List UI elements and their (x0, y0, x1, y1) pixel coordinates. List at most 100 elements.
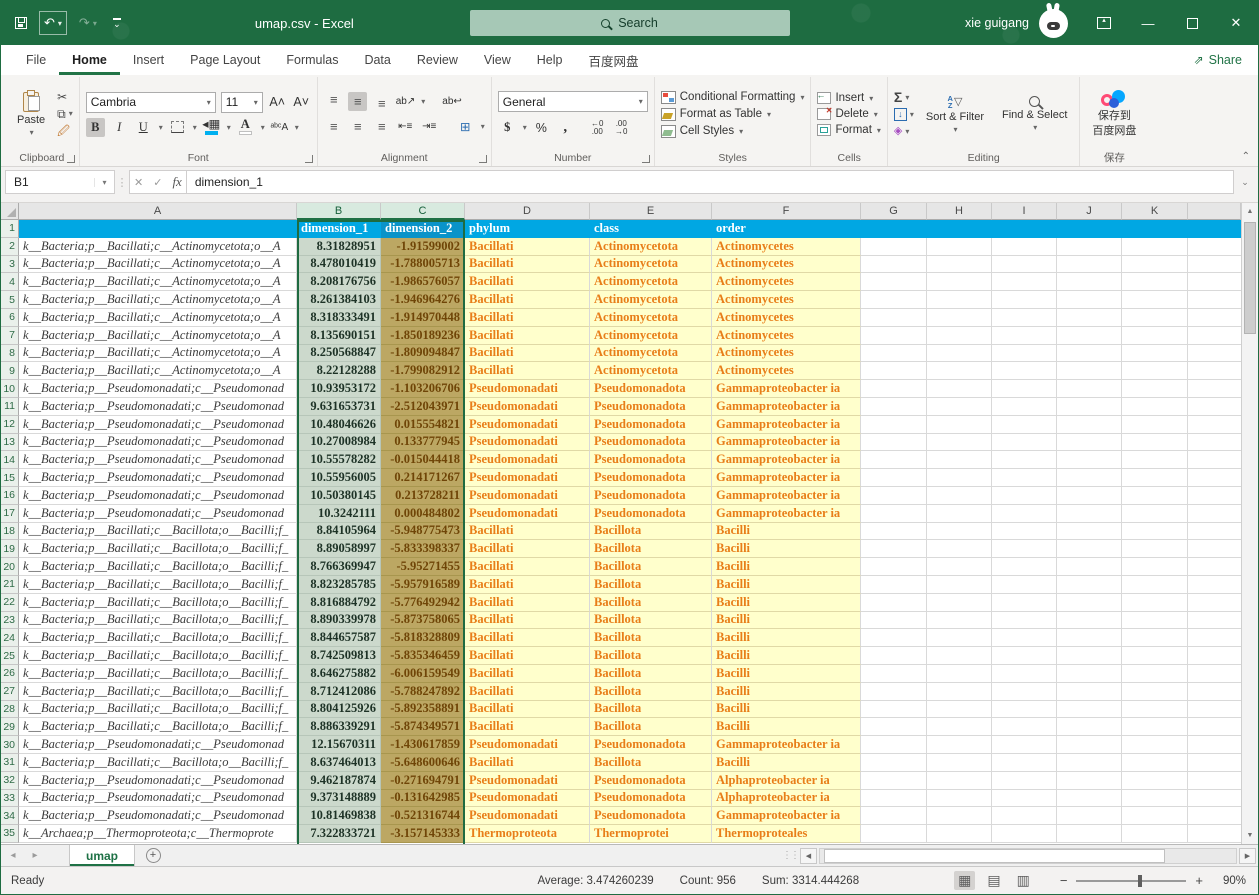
cell-I18[interactable] (992, 523, 1057, 541)
cell-A15[interactable]: k__Bacteria;p__Pseudomonadati;c__Pseudom… (19, 469, 297, 487)
cell-D9[interactable]: Bacillati (465, 362, 590, 380)
cell-F3[interactable]: Actinomycetes (712, 256, 861, 274)
find-select-button[interactable]: Find & Select ▾ (996, 94, 1073, 134)
cell-J24[interactable] (1057, 629, 1122, 647)
row-header-33[interactable]: 33 (1, 790, 19, 808)
cell-B28[interactable]: 8.804125926 (297, 701, 381, 719)
tab-formulas[interactable]: Formulas (273, 45, 351, 75)
cell-E24[interactable]: Bacillota (590, 629, 712, 647)
cell-filler-12[interactable] (1188, 416, 1241, 434)
cell-D32[interactable]: Pseudomonadati (465, 772, 590, 790)
cell-G28[interactable] (861, 701, 927, 719)
cell-H32[interactable] (927, 772, 992, 790)
cell-I30[interactable] (992, 736, 1057, 754)
align-right-button[interactable]: ≡ (372, 117, 391, 136)
cell-B13[interactable]: 10.27008984 (297, 434, 381, 452)
cell-A9[interactable]: k__Bacteria;p__Bacillati;c__Actinomyceto… (19, 362, 297, 380)
cell-B26[interactable]: 8.646275882 (297, 665, 381, 683)
cell-H35[interactable] (927, 825, 992, 843)
tab-help[interactable]: Help (524, 45, 576, 75)
row-header-6[interactable]: 6 (1, 309, 19, 327)
cell-C28[interactable]: -5.892358891 (381, 701, 465, 719)
font-color-dropdown-arrow[interactable]: ▾ (261, 123, 265, 132)
borders-dropdown-arrow[interactable]: ▾ (193, 123, 197, 132)
row-header-1[interactable]: 1 (1, 220, 19, 238)
row-header-3[interactable]: 3 (1, 256, 19, 274)
cell-C29[interactable]: -5.874349571 (381, 718, 465, 736)
redo-button[interactable]: ↷▾ (75, 12, 101, 34)
cell-D29[interactable]: Bacillati (465, 718, 590, 736)
cell-K23[interactable] (1122, 612, 1188, 630)
cell-E7[interactable]: Actinomycetota (590, 327, 712, 345)
cell-filler-9[interactable] (1188, 362, 1241, 380)
cell-D4[interactable]: Bacillati (465, 273, 590, 291)
cell-H3[interactable] (927, 256, 992, 274)
row-header-16[interactable]: 16 (1, 487, 19, 505)
cell-H17[interactable] (927, 505, 992, 523)
cell-filler-17[interactable] (1188, 505, 1241, 523)
cell-F17[interactable]: Gammaproteobacter ia (712, 505, 861, 523)
cell-filler-26[interactable] (1188, 665, 1241, 683)
cell-G6[interactable] (861, 309, 927, 327)
row-header-35[interactable]: 35 (1, 825, 19, 843)
cell-A17[interactable]: k__Bacteria;p__Pseudomonadati;c__Pseudom… (19, 505, 297, 523)
cell-filler-6[interactable] (1188, 309, 1241, 327)
cell-G12[interactable] (861, 416, 927, 434)
cell-J26[interactable] (1057, 665, 1122, 683)
cell-C30[interactable]: -1.430617859 (381, 736, 465, 754)
cell-B11[interactable]: 9.631653731 (297, 398, 381, 416)
cell-D15[interactable]: Pseudomonadati (465, 469, 590, 487)
cell-H15[interactable] (927, 469, 992, 487)
cell-styles-button[interactable]: Cell Styles▾ (661, 125, 805, 138)
horizontal-scroll-track[interactable] (819, 848, 1237, 864)
cell-B18[interactable]: 8.84105964 (297, 523, 381, 541)
cell-E8[interactable]: Actinomycetota (590, 345, 712, 363)
cell-K2[interactable] (1122, 238, 1188, 256)
delete-cells-button[interactable]: Delete▾ (817, 108, 880, 120)
row-header-25[interactable]: 25 (1, 647, 19, 665)
cell-F34[interactable]: Gammaproteobacter ia (712, 807, 861, 825)
cell-D16[interactable]: Pseudomonadati (465, 487, 590, 505)
row-header-11[interactable]: 11 (1, 398, 19, 416)
cell-C4[interactable]: -1.986576057 (381, 273, 465, 291)
cell-B30[interactable]: 12.15670311 (297, 736, 381, 754)
cell-E1[interactable]: class (590, 220, 712, 238)
autosum-button[interactable]: Σ▾ (894, 90, 914, 105)
cell-D23[interactable]: Bacillati (465, 612, 590, 630)
cell-D20[interactable]: Bacillati (465, 558, 590, 576)
cell-D27[interactable]: Bacillati (465, 683, 590, 701)
tab-view[interactable]: View (471, 45, 524, 75)
cell-F12[interactable]: Gammaproteobacter ia (712, 416, 861, 434)
cell-B4[interactable]: 8.208176756 (297, 273, 381, 291)
cell-G17[interactable] (861, 505, 927, 523)
cell-filler-21[interactable] (1188, 576, 1241, 594)
cell-A29[interactable]: k__Bacteria;p__Bacillati;c__Bacillota;o_… (19, 718, 297, 736)
cell-D35[interactable]: Thermoproteota (465, 825, 590, 843)
font-size-select[interactable]: 11▾ (221, 92, 263, 113)
zoom-slider[interactable] (1076, 880, 1186, 882)
cell-G7[interactable] (861, 327, 927, 345)
cell-E25[interactable]: Bacillota (590, 647, 712, 665)
cell-filler-31[interactable] (1188, 754, 1241, 772)
cell-E4[interactable]: Actinomycetota (590, 273, 712, 291)
cell-K18[interactable] (1122, 523, 1188, 541)
cell-G18[interactable] (861, 523, 927, 541)
row-header-20[interactable]: 20 (1, 558, 19, 576)
cell-D6[interactable]: Bacillati (465, 309, 590, 327)
cell-K14[interactable] (1122, 451, 1188, 469)
cell-F11[interactable]: Gammaproteobacter ia (712, 398, 861, 416)
cell-B9[interactable]: 8.22128288 (297, 362, 381, 380)
cell-E22[interactable]: Bacillota (590, 594, 712, 612)
row-header-29[interactable]: 29 (1, 718, 19, 736)
cell-F26[interactable]: Bacilli (712, 665, 861, 683)
row1-blue-filler[interactable] (861, 220, 1241, 238)
cell-A24[interactable]: k__Bacteria;p__Bacillati;c__Bacillota;o_… (19, 629, 297, 647)
cell-D3[interactable]: Bacillati (465, 256, 590, 274)
cell-J34[interactable] (1057, 807, 1122, 825)
cell-B16[interactable]: 10.50380145 (297, 487, 381, 505)
cell-E5[interactable]: Actinomycetota (590, 291, 712, 309)
cell-I5[interactable] (992, 291, 1057, 309)
tab-insert[interactable]: Insert (120, 45, 177, 75)
cell-A30[interactable]: k__Bacteria;p__Pseudomonadati;c__Pseudom… (19, 736, 297, 754)
cell-H28[interactable] (927, 701, 992, 719)
